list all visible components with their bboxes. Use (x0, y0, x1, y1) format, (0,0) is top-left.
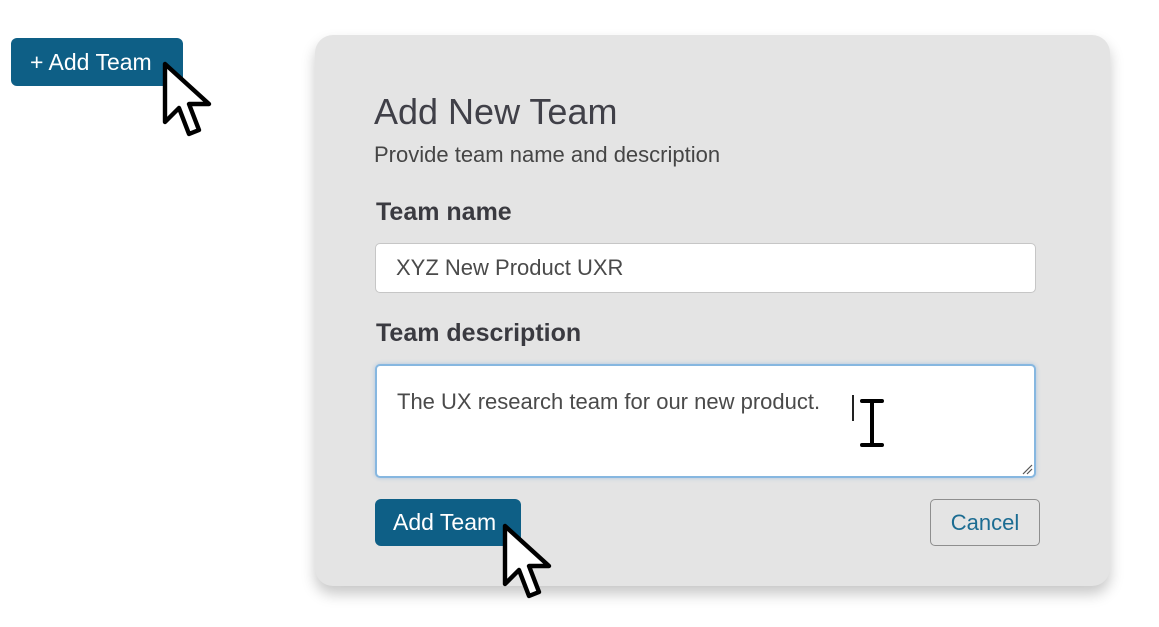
add-team-modal: Add New Team Provide team name and descr… (315, 35, 1110, 586)
modal-title: Add New Team (374, 91, 618, 132)
modal-subtitle: Provide team name and description (374, 142, 721, 167)
add-team-submit-button[interactable]: Add Team (375, 499, 521, 546)
team-description-label: Team description (376, 319, 582, 347)
text-caret (852, 395, 854, 421)
page: + Add Team Add New Team Provide team nam… (0, 0, 1159, 627)
cancel-button[interactable]: Cancel (930, 499, 1040, 546)
open-add-team-button[interactable]: + Add Team (11, 38, 183, 86)
team-name-input[interactable] (375, 243, 1036, 293)
team-name-label: Team name (376, 198, 512, 226)
resize-grip-icon[interactable] (1021, 463, 1033, 475)
team-description-textarea[interactable]: The UX research team for our new product… (375, 364, 1036, 478)
